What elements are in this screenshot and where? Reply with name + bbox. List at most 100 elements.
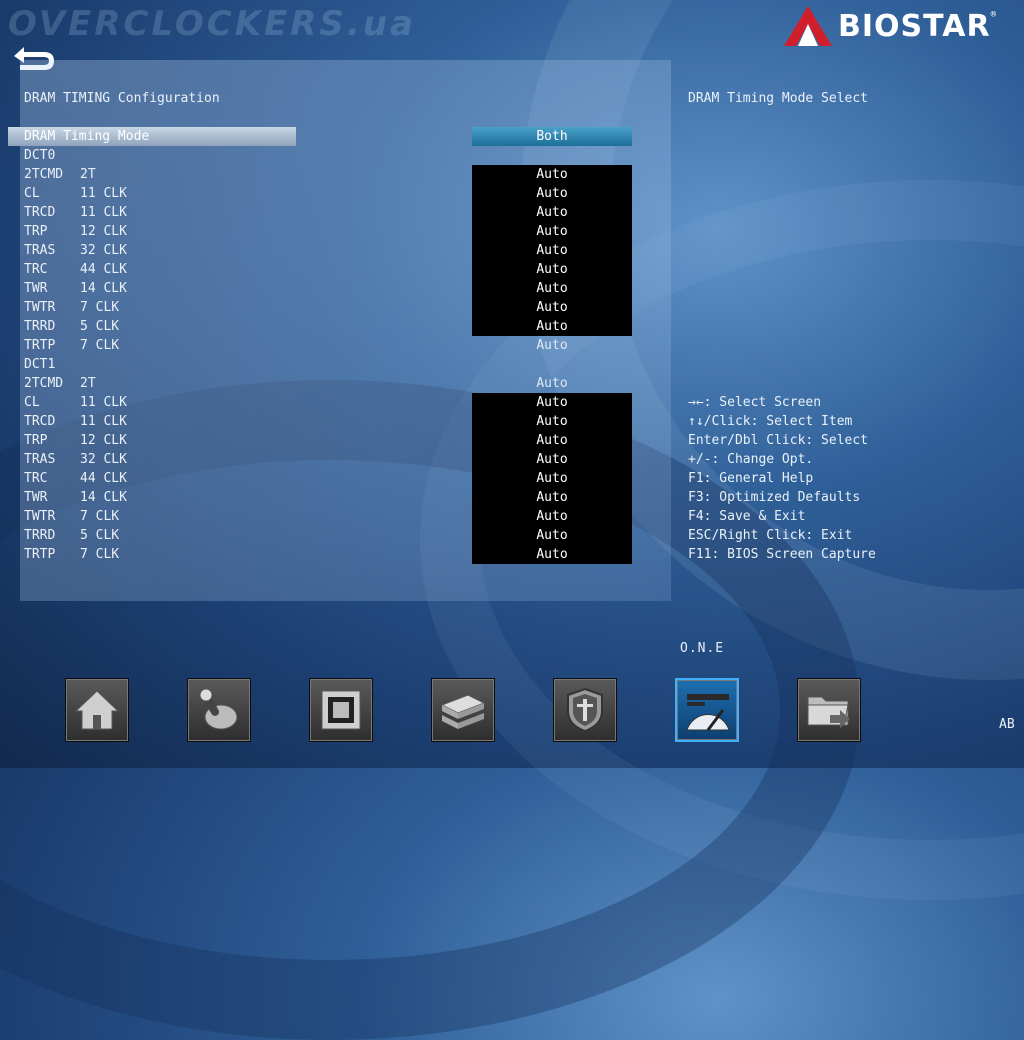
dct0-row-label[interactable]: 2TCMD 2T [24,165,464,184]
selected-row-label: DRAM Timing Mode [24,129,150,144]
dct1-row-label[interactable]: TWR 14 CLK [24,488,464,507]
timing-name: TRCD [24,205,56,220]
dct1-row-label[interactable]: TRTP 7 CLK [24,545,464,564]
dct1-row-label[interactable]: TRAS 32 CLK [24,450,464,469]
key-help-item: F1: General Help [688,471,814,486]
key-help-item: →←: Select Screen [688,395,822,410]
dct0-setting-value[interactable]: Auto [472,184,632,203]
timing-current-value: 11 CLK [80,205,127,220]
biostar-logo: BIOSTAR ® [784,4,1014,48]
dct1-setting-value[interactable]: Auto [472,545,632,564]
timing-name: 2TCMD [24,376,64,391]
timing-current-value: 14 CLK [80,281,127,296]
dct0-row-label[interactable]: TWTR 7 CLK [24,298,464,317]
timing-current-value: 11 CLK [80,395,127,410]
nav-boot[interactable] [431,678,495,742]
timing-name: TRRD [24,528,56,543]
help-title: DRAM Timing Mode Select [688,91,869,106]
dct0-row-label[interactable]: TRAS 32 CLK [24,241,464,260]
timing-name: TRP [24,433,48,448]
dram-timing-mode-value[interactable]: Both [472,127,632,146]
timing-name: CL [24,186,40,201]
dct0-row-label[interactable]: CL 11 CLK [24,184,464,203]
dct0-setting-value[interactable]: Auto [472,241,632,260]
dct0-setting-value[interactable]: Auto [472,222,632,241]
timing-name: TRAS [24,452,56,467]
dct0-row-label[interactable]: TRTP 7 CLK [24,336,464,355]
timing-name: TWR [24,281,48,296]
timing-current-value: 5 CLK [80,528,120,543]
section-title: DRAM TIMING Configuration [24,91,220,106]
dct0-row-label[interactable]: TWR 14 CLK [24,279,464,298]
timing-current-value: 32 CLK [80,452,127,467]
dct1-row-label[interactable]: CL 11 CLK [24,393,464,412]
timing-current-value: 11 CLK [80,186,127,201]
one-menu-label: O.N.E [680,641,725,656]
timing-current-value: 14 CLK [80,490,127,505]
dct0-row-label[interactable]: TRP 12 CLK [24,222,464,241]
timing-current-value: 7 CLK [80,338,120,353]
dct0-setting-value[interactable]: Auto [472,165,632,184]
nav-main[interactable] [65,678,129,742]
dct0-row-label[interactable]: TRCD 11 CLK [24,203,464,222]
watermark: OVERCLOCKERS.ua [8,4,416,44]
dct0-setting-value[interactable]: Auto [472,336,632,355]
logo-text: BIOSTAR [838,8,991,44]
timing-name: TWTR [24,300,56,315]
dct1-row-label[interactable]: 2TCMD 2T [24,374,464,393]
home-icon [74,690,120,730]
timing-current-value: 44 CLK [80,262,127,277]
timing-name: TRP [24,224,48,239]
dct1-row-label[interactable]: TRC 44 CLK [24,469,464,488]
dct0-setting-value[interactable]: Auto [472,317,632,336]
timing-name: TRAS [24,243,56,258]
dct0-row-label[interactable]: TRC 44 CLK [24,260,464,279]
security-shield-icon [567,687,603,733]
nav-advanced[interactable] [187,678,251,742]
timing-name: 2TCMD [24,167,64,182]
dct0-setting-value[interactable]: Auto [472,203,632,222]
dct1-setting-value[interactable]: Auto [472,450,632,469]
nav-chipset[interactable] [309,678,373,742]
dct0-row-label[interactable]: TRRD 5 CLK [24,317,464,336]
selected-row-dram-timing-mode[interactable]: DRAM Timing Mode [8,127,296,146]
key-help-item: Enter/Dbl Click: Select [688,433,869,448]
dct1-setting-value[interactable]: Auto [472,431,632,450]
key-help-item: F3: Optimized Defaults [688,490,861,505]
dct1-setting-value[interactable]: Auto [472,507,632,526]
timing-current-value: 5 CLK [80,319,120,334]
dct1-setting-value[interactable]: Auto [472,393,632,412]
timing-name: TRC [24,471,48,486]
dct0-setting-value[interactable]: Auto [472,298,632,317]
timing-name: TRC [24,262,48,277]
timing-current-value: 2T [80,376,96,391]
timing-name: CL [24,395,40,410]
dct1-setting-value[interactable]: Auto [472,374,632,393]
key-help-item: +/-: Change Opt. [688,452,814,467]
dct1-setting-value[interactable]: Auto [472,526,632,545]
dct1-setting-value[interactable]: Auto [472,469,632,488]
key-help-item: F4: Save & Exit [688,509,806,524]
dct0-setting-value[interactable]: Auto [472,279,632,298]
dct1-row-label[interactable]: TRRD 5 CLK [24,526,464,545]
nav-exit[interactable] [797,678,861,742]
folder-exit-icon [807,696,850,728]
timing-current-value: 32 CLK [80,243,127,258]
key-help-list: →←: Select Screen ↑↓/Click: Select Item … [688,393,876,564]
speedometer-icon [686,694,730,731]
timing-current-value: 11 CLK [80,414,127,429]
dct1-row-label[interactable]: TWTR 7 CLK [24,507,464,526]
dct1-row-label[interactable]: TRP 12 CLK [24,431,464,450]
nav-one[interactable] [675,678,739,742]
timing-name: TWR [24,490,48,505]
dct1-setting-value[interactable]: Auto [472,488,632,507]
dct0-setting-value[interactable]: Auto [472,260,632,279]
chipset-icon [321,690,361,730]
dct1-setting-value[interactable]: Auto [472,412,632,431]
timing-current-value: 12 CLK [80,433,127,448]
key-help-item: ↑↓/Click: Select Item [688,414,853,429]
timing-name: TRTP [24,547,56,562]
dct1-row-label[interactable]: TRCD 11 CLK [24,412,464,431]
ab-label: AB [999,717,1015,732]
nav-security[interactable] [553,678,617,742]
